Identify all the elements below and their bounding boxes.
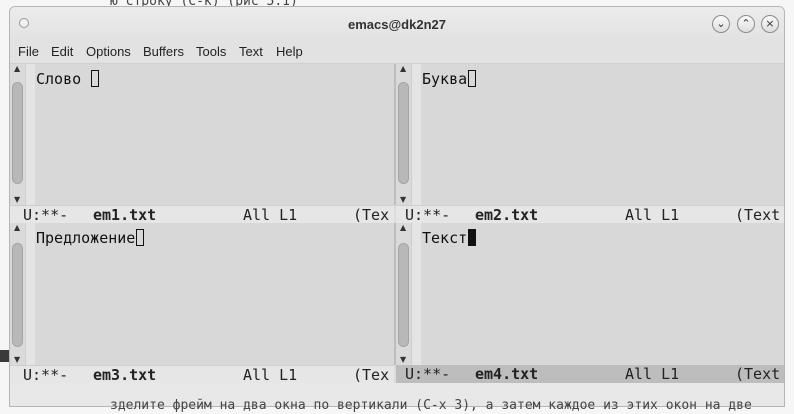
menu-text[interactable]: Text <box>239 44 263 59</box>
scrollbar-thumb-1[interactable] <box>12 82 23 184</box>
modeline-3[interactable]: U:**- em3.txt All L1 (Tex <box>10 365 394 383</box>
scroll-up-arrow-icon[interactable]: ▲ <box>14 64 20 73</box>
window-title: emacs@dk2n27 <box>348 17 446 32</box>
menu-file[interactable]: File <box>18 44 39 59</box>
scroll-down-arrow-icon[interactable]: ▼ <box>400 195 406 204</box>
modeline-major-mode[interactable]: (Tex <box>353 206 389 223</box>
scroll-down-arrow-icon[interactable]: ▼ <box>400 355 406 364</box>
scrollbar-thumb-4[interactable] <box>398 243 409 347</box>
modeline-buffer-name[interactable]: em2.txt <box>475 206 538 223</box>
modeline-buffer-name[interactable]: em1.txt <box>93 206 156 223</box>
scrollbar-1[interactable]: ▲ ▼ <box>10 64 26 205</box>
editor-window-3[interactable]: ▲ ▼ Предложение <box>10 223 394 365</box>
window-divider-top[interactable] <box>394 64 396 205</box>
text-cursor <box>136 229 145 246</box>
buffer-content: Слово <box>36 70 91 88</box>
buffer-text-2[interactable]: Буква <box>422 70 477 88</box>
menu-buffers[interactable]: Buffers <box>143 44 184 59</box>
buffer-content: Предложение <box>36 229 136 247</box>
buffer-content: Буква <box>422 70 468 88</box>
text-cursor <box>468 70 477 87</box>
fringe-1 <box>26 64 35 205</box>
modeline-position: All L1 <box>625 206 680 223</box>
menu-bar: File Edit Options Buffers Tools Text Hel… <box>10 41 784 64</box>
modeline-buffer-name[interactable]: em3.txt <box>93 366 156 383</box>
window-titlebar[interactable]: emacs@dk2n27 ⌄ ⌃ × <box>10 7 784 41</box>
scroll-up-arrow-icon[interactable]: ▲ <box>14 223 20 232</box>
menu-options[interactable]: Options <box>86 44 131 59</box>
minimize-button[interactable]: ⌄ <box>712 15 730 33</box>
scroll-up-arrow-icon[interactable]: ▲ <box>400 223 406 232</box>
modeline-buffer-name[interactable]: em4.txt <box>475 365 538 383</box>
scroll-down-arrow-icon[interactable]: ▼ <box>14 355 20 364</box>
emacs-window: emacs@dk2n27 ⌄ ⌃ × File Edit Options Buf… <box>9 6 785 407</box>
modeline-position: All L1 <box>243 366 298 383</box>
modeline-position: All L1 <box>625 365 680 383</box>
editor-window-1[interactable]: ▲ ▼ Слово <box>10 64 394 205</box>
menu-tools[interactable]: Tools <box>196 44 226 59</box>
buffer-text-1[interactable]: Слово <box>36 70 100 88</box>
fringe-4 <box>412 223 421 365</box>
scroll-down-arrow-icon[interactable]: ▼ <box>14 195 20 204</box>
buffer-text-3[interactable]: Предложение <box>36 229 145 247</box>
editor-window-2[interactable]: ▲ ▼ Буква <box>396 64 784 205</box>
buffer-content: Текст <box>422 229 468 247</box>
text-cursor <box>468 229 477 246</box>
modeline-position: All L1 <box>243 206 298 223</box>
modeline-status: U:**- <box>23 366 69 383</box>
scrollbar-2[interactable]: ▲ ▼ <box>396 64 412 205</box>
fringe-2 <box>412 64 421 205</box>
scrollbar-thumb-2[interactable] <box>398 82 409 184</box>
scroll-up-arrow-icon[interactable]: ▲ <box>400 64 406 73</box>
background-document-text-bottom: зделите фрейм на два окна по вертикали (… <box>110 398 752 413</box>
window-divider-bottom[interactable] <box>394 223 396 365</box>
maximize-button[interactable]: ⌃ <box>737 15 755 33</box>
scrollbar-3[interactable]: ▲ ▼ <box>10 223 26 365</box>
modeline-major-mode[interactable]: (Text <box>735 365 780 383</box>
menu-edit[interactable]: Edit <box>51 44 73 59</box>
scrollbar-4[interactable]: ▲ ▼ <box>396 223 412 365</box>
scrollbar-thumb-3[interactable] <box>12 243 23 347</box>
modeline-status: U:**- <box>405 365 451 383</box>
modeline-4-active[interactable]: U:**- em4.txt All L1 (Text <box>396 365 784 383</box>
modeline-status: U:**- <box>23 206 69 223</box>
modeline-status: U:**- <box>405 206 451 223</box>
close-button[interactable]: × <box>761 15 779 33</box>
text-cursor <box>91 70 100 87</box>
modeline-major-mode[interactable]: (Tex <box>353 366 389 383</box>
buffer-text-4[interactable]: Текст <box>422 229 477 247</box>
modeline-major-mode[interactable]: (Text <box>735 206 780 223</box>
editor-window-4[interactable]: ▲ ▼ Текст <box>396 223 784 365</box>
menu-help[interactable]: Help <box>276 44 303 59</box>
modeline-1[interactable]: U:**- em1.txt All L1 (Tex <box>10 205 394 223</box>
modeline-2[interactable]: U:**- em2.txt All L1 (Text <box>396 205 784 223</box>
fringe-3 <box>26 223 35 365</box>
